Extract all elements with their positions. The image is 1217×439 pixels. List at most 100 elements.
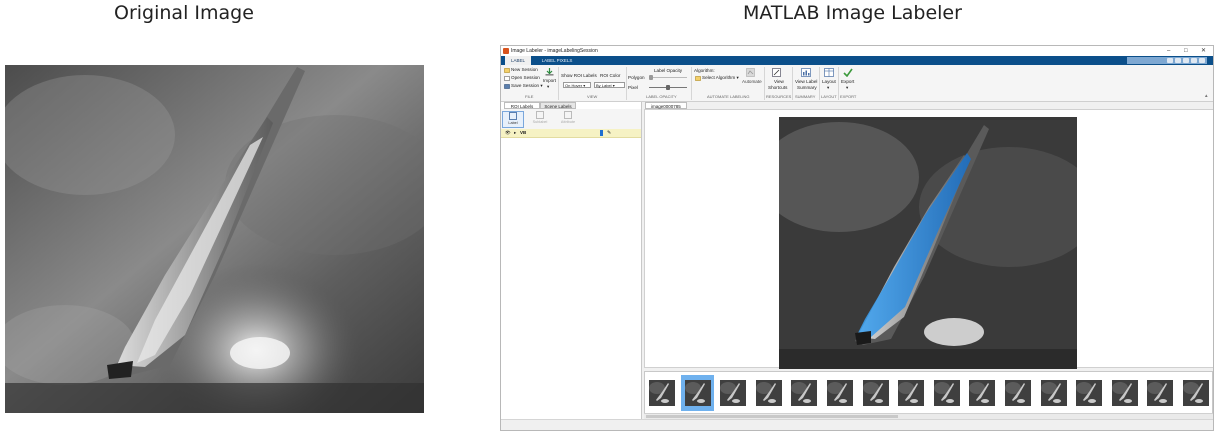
- maximize-button[interactable]: □: [1184, 46, 1188, 56]
- polygon-opacity-slider-thumb[interactable]: [649, 75, 653, 80]
- redo-icon[interactable]: [1183, 58, 1189, 63]
- original-image-caption: Original Image: [114, 2, 254, 24]
- filmstrip-thumbnail[interactable]: [827, 380, 853, 406]
- filmstrip-thumbnail[interactable]: [1111, 380, 1138, 406]
- tab-label-pixels[interactable]: LABEL PIXELS: [539, 56, 575, 65]
- polygon-opacity-label: Polygon: [628, 75, 645, 80]
- labeled-image[interactable]: [779, 117, 1077, 369]
- ribbon-separator: [558, 67, 559, 100]
- ribbon-separator: [819, 67, 820, 100]
- roi-label-toolbar: Label Sublabel Attribute: [501, 109, 641, 130]
- filmstrip-thumbnail[interactable]: [898, 380, 925, 406]
- layout-icon: [824, 68, 834, 77]
- file-section-label: FILE: [525, 94, 534, 99]
- collapse-ribbon-icon[interactable]: ▲: [1204, 93, 1209, 98]
- filmstrip-thumbnail[interactable]: [862, 380, 889, 406]
- ribbon-separator: [626, 67, 627, 100]
- automate-button[interactable]: Automate: [742, 79, 762, 84]
- open-session-icon: [504, 76, 510, 81]
- tab-scene-labels[interactable]: Scene Labels: [540, 102, 576, 109]
- resources-section-label: RESOURCES: [766, 94, 792, 99]
- add-attribute-icon: [564, 111, 572, 119]
- roi-label-color-swatch[interactable]: [600, 130, 603, 136]
- add-label-icon: [509, 112, 517, 120]
- label-opacity-section-label: LABEL OPACITY: [646, 94, 677, 99]
- filmstrip-thumbnail[interactable]: [1183, 380, 1209, 406]
- roi-color-label: ROI Color: [600, 73, 621, 78]
- tab-label[interactable]: LABEL: [505, 56, 531, 65]
- roi-color-dropdown[interactable]: By Label ▾: [594, 82, 625, 88]
- layout-button[interactable]: Layout: [822, 79, 836, 84]
- title-bar: Image Labeler - imageLabelingSession – □…: [501, 46, 1213, 56]
- automate-icon: [746, 68, 755, 77]
- close-button[interactable]: ✕: [1201, 46, 1206, 56]
- tab-roi-labels[interactable]: ROI Labels: [504, 102, 540, 109]
- select-algorithm-icon: [695, 76, 701, 81]
- import-dropdown-arrow[interactable]: ▾: [547, 84, 549, 90]
- import-button[interactable]: Import: [543, 78, 556, 83]
- new-session-button[interactable]: New Session: [511, 67, 538, 72]
- pixel-opacity-label: Pixel: [628, 85, 638, 90]
- filmstrip-thumbnail[interactable]: [684, 380, 711, 406]
- quick-access-toolbar: [1127, 57, 1207, 64]
- visibility-eye-icon[interactable]: 👁: [505, 129, 511, 137]
- add-attribute-text: Attribute: [560, 120, 576, 124]
- filmstrip-thumbnail[interactable]: [720, 380, 747, 406]
- image-filmstrip: [644, 371, 1213, 417]
- matlab-app-icon: [503, 48, 509, 54]
- show-roi-labels-dropdown[interactable]: On Hover ▾: [563, 82, 591, 88]
- export-section-label: EXPORT: [840, 94, 857, 99]
- options-icon[interactable]: [1199, 58, 1205, 63]
- summary-section-label: SUMMARY: [795, 94, 816, 99]
- pixel-opacity-slider-thumb[interactable]: [666, 85, 670, 90]
- ribbon-separator: [838, 67, 839, 100]
- label-opacity-title: Label Opacity: [654, 68, 683, 73]
- pixel-label-icon: ✎: [607, 130, 612, 136]
- select-algorithm-dropdown[interactable]: Select Algorithm ▾: [702, 75, 739, 81]
- open-session-button[interactable]: Open Session: [511, 75, 540, 80]
- image-document-tab[interactable]: image0000785: [645, 102, 687, 109]
- add-sublabel-icon: [536, 111, 544, 119]
- layout-dropdown-arrow[interactable]: ▾: [827, 85, 829, 91]
- filmstrip-thumbnail[interactable]: [649, 380, 675, 406]
- filmstrip-thumbnail[interactable]: [791, 380, 818, 406]
- save-session-icon: [504, 84, 510, 89]
- add-sublabel-button[interactable]: Sublabel: [529, 111, 551, 128]
- add-label-text: Label: [508, 121, 518, 125]
- import-icon: [545, 68, 554, 76]
- minimize-button[interactable]: –: [1167, 46, 1170, 56]
- view-label-summary-button-line1[interactable]: View Label: [795, 79, 817, 84]
- polygon-opacity-slider[interactable]: [649, 77, 687, 78]
- ribbon-separator: [691, 67, 692, 100]
- layout-section-label: LAYOUT: [821, 94, 837, 99]
- add-sublabel-text: Sublabel: [532, 120, 548, 124]
- save-session-button[interactable]: Save Session ▾: [511, 83, 543, 89]
- export-dropdown-arrow[interactable]: ▾: [846, 85, 848, 91]
- ribbon-toolstrip: New Session Open Session Save Session ▾ …: [501, 65, 1213, 102]
- filmstrip-thumbnail[interactable]: [1040, 380, 1067, 406]
- undo-icon[interactable]: [1175, 58, 1181, 63]
- filmstrip-thumbnail[interactable]: [933, 380, 960, 406]
- filmstrip-thumbnail[interactable]: [1005, 380, 1031, 406]
- add-attribute-button[interactable]: Attribute: [557, 111, 579, 128]
- view-shortcuts-button-line1[interactable]: View: [774, 79, 784, 84]
- filmstrip-thumbnail[interactable]: [1076, 380, 1103, 406]
- expand-chevron-icon[interactable]: ▸: [514, 129, 516, 137]
- add-label-button[interactable]: Label: [502, 111, 524, 128]
- export-button[interactable]: Export: [841, 79, 854, 84]
- filmstrip-thumbnail[interactable]: [1147, 380, 1174, 406]
- filmstrip-thumbnail[interactable]: [969, 380, 996, 406]
- view-label-summary-button-line2[interactable]: Summary: [797, 85, 817, 90]
- filmstrip-scroll-thumb[interactable]: [646, 415, 898, 418]
- help-icon[interactable]: [1191, 58, 1197, 63]
- roi-color-value: By Label: [596, 83, 612, 88]
- filmstrip-thumbnail[interactable]: [755, 380, 782, 406]
- automate-labeling-section-label: AUTOMATE LABELING: [707, 94, 750, 99]
- roi-label-row[interactable]: 👁 ▸ VB ✎: [501, 129, 641, 138]
- view-shortcuts-icon: [772, 68, 781, 77]
- view-shortcuts-button-line2[interactable]: Shortcuts: [768, 85, 787, 90]
- status-bar: [501, 419, 1213, 430]
- algorithm-title: Algorithm:: [694, 68, 715, 73]
- matlab-image-labeler-caption: MATLAB Image Labeler: [743, 2, 962, 24]
- save-icon[interactable]: [1167, 58, 1173, 63]
